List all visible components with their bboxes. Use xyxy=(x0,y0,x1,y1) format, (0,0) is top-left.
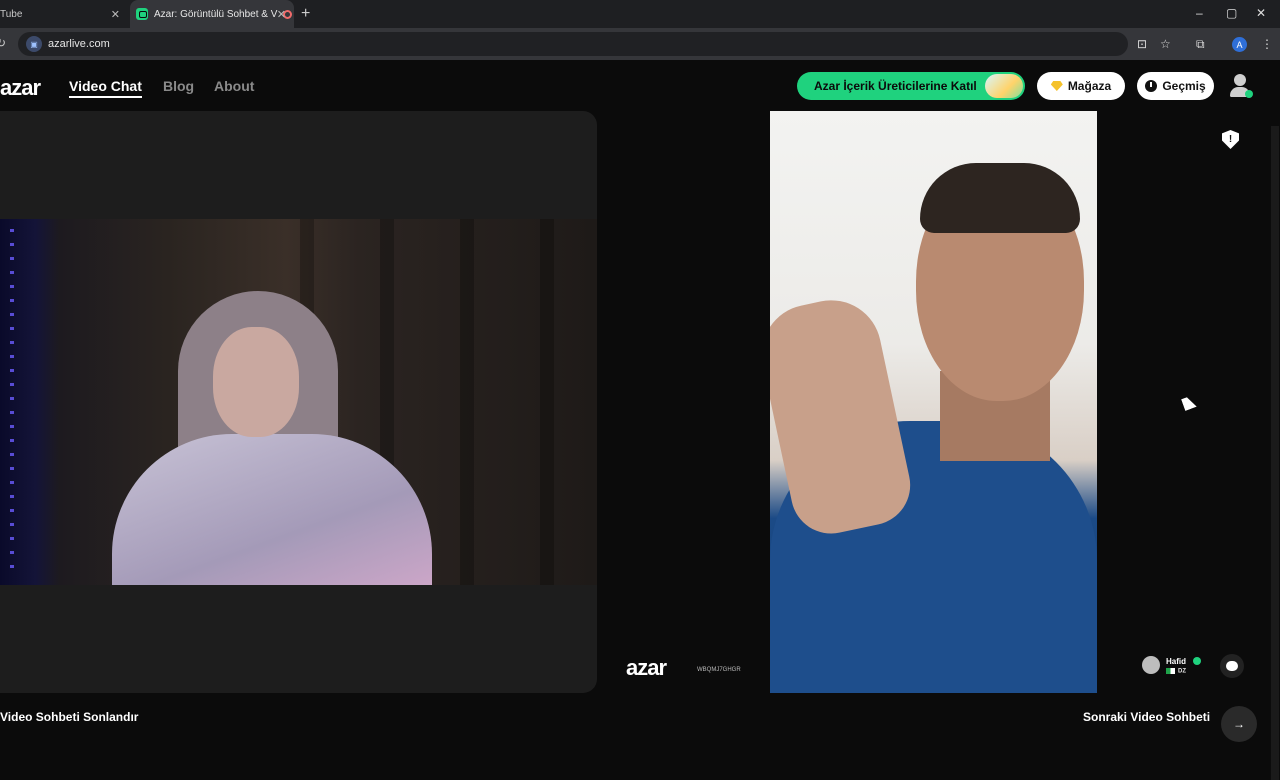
peer-country: DZ xyxy=(1166,668,1186,675)
join-creators-button[interactable]: Azar İçerik Üreticilerine Katıl xyxy=(797,72,1025,100)
next-chat-button[interactable]: Sonraki Video Sohbeti xyxy=(1083,710,1210,724)
browser-tab-youtube[interactable]: Tube ✕ xyxy=(0,0,128,28)
tab-title: Tube xyxy=(0,8,23,20)
gem-icon xyxy=(1050,81,1063,91)
azar-logo[interactable]: azar xyxy=(0,75,41,101)
page-scrollbar[interactable] xyxy=(1271,126,1279,780)
address-bar[interactable]: ▣ azarlive.com xyxy=(18,32,1128,56)
store-label: Mağaza xyxy=(1067,79,1112,93)
store-button[interactable]: Mağaza xyxy=(1037,72,1125,100)
browser-tab-azar[interactable]: Azar: Görüntülü Sohbet & V ✕ xyxy=(130,0,294,28)
remote-video-feed xyxy=(770,111,1097,693)
nav-about[interactable]: About xyxy=(214,78,254,94)
flag-icon xyxy=(1166,668,1175,674)
azar-page: azar Video Chat Blog About Azar İçerik Ü… xyxy=(0,60,1280,780)
minimize-button[interactable]: – xyxy=(1196,6,1203,20)
user-profile-icon[interactable] xyxy=(1229,74,1253,98)
chat-bubble-icon xyxy=(1226,661,1238,671)
browser-profile-avatar[interactable]: A xyxy=(1232,37,1247,52)
clock-icon xyxy=(1145,80,1158,92)
peer-name: Hafid xyxy=(1166,657,1186,666)
site-info-icon[interactable]: ▣ xyxy=(26,36,42,52)
history-label: Geçmiş xyxy=(1162,79,1206,93)
chat-button[interactable] xyxy=(1220,654,1244,678)
browser-tab-strip: Tube ✕ Azar: Görüntülü Sohbet & V ✕ + – … xyxy=(0,0,1280,28)
nav-blog[interactable]: Blog xyxy=(163,78,194,94)
close-tab-icon[interactable]: ✕ xyxy=(111,8,120,21)
new-tab-button[interactable]: + xyxy=(301,5,310,23)
nav-video-chat[interactable]: Video Chat xyxy=(69,78,142,98)
maximize-button[interactable]: ▢ xyxy=(1226,6,1237,20)
extensions-icon[interactable]: ⧉ xyxy=(1196,37,1205,52)
local-camera-feed xyxy=(0,219,597,585)
join-creators-label: Azar İçerik Üreticilerine Katıl xyxy=(814,79,977,93)
close-tab-icon[interactable]: ✕ xyxy=(277,8,286,21)
close-window-button[interactable]: ✕ xyxy=(1256,6,1266,20)
reload-icon[interactable]: ↻ xyxy=(0,36,6,50)
tab-title: Azar: Görüntülü Sohbet & V xyxy=(154,8,278,20)
end-chat-button[interactable]: Video Sohbeti Sonlandır xyxy=(0,710,138,724)
peer-avatar[interactable] xyxy=(1142,656,1160,674)
verified-icon xyxy=(1193,657,1201,665)
next-arrow-icon[interactable]: → xyxy=(1221,706,1257,742)
azar-watermark-logo: azar xyxy=(626,655,667,680)
history-button[interactable]: Geçmiş xyxy=(1137,72,1214,100)
creator-badge-icon xyxy=(985,74,1023,98)
azar-favicon-icon xyxy=(136,8,148,20)
install-app-icon[interactable]: ⊡ xyxy=(1137,37,1147,51)
watermark-code: WBQMJ7GHGR xyxy=(697,667,741,673)
menu-icon[interactable]: ⋮ xyxy=(1261,37,1273,51)
url-text: azarlive.com xyxy=(48,38,110,50)
browser-toolbar: ↻ ▣ azarlive.com ⊡ ☆ ⧉ ⋮ xyxy=(0,28,1280,60)
local-video-panel xyxy=(0,111,597,693)
report-shield-icon[interactable]: ! xyxy=(1222,130,1239,149)
peer-country-code: DZ xyxy=(1178,668,1186,675)
bookmark-star-icon[interactable]: ☆ xyxy=(1160,37,1171,51)
